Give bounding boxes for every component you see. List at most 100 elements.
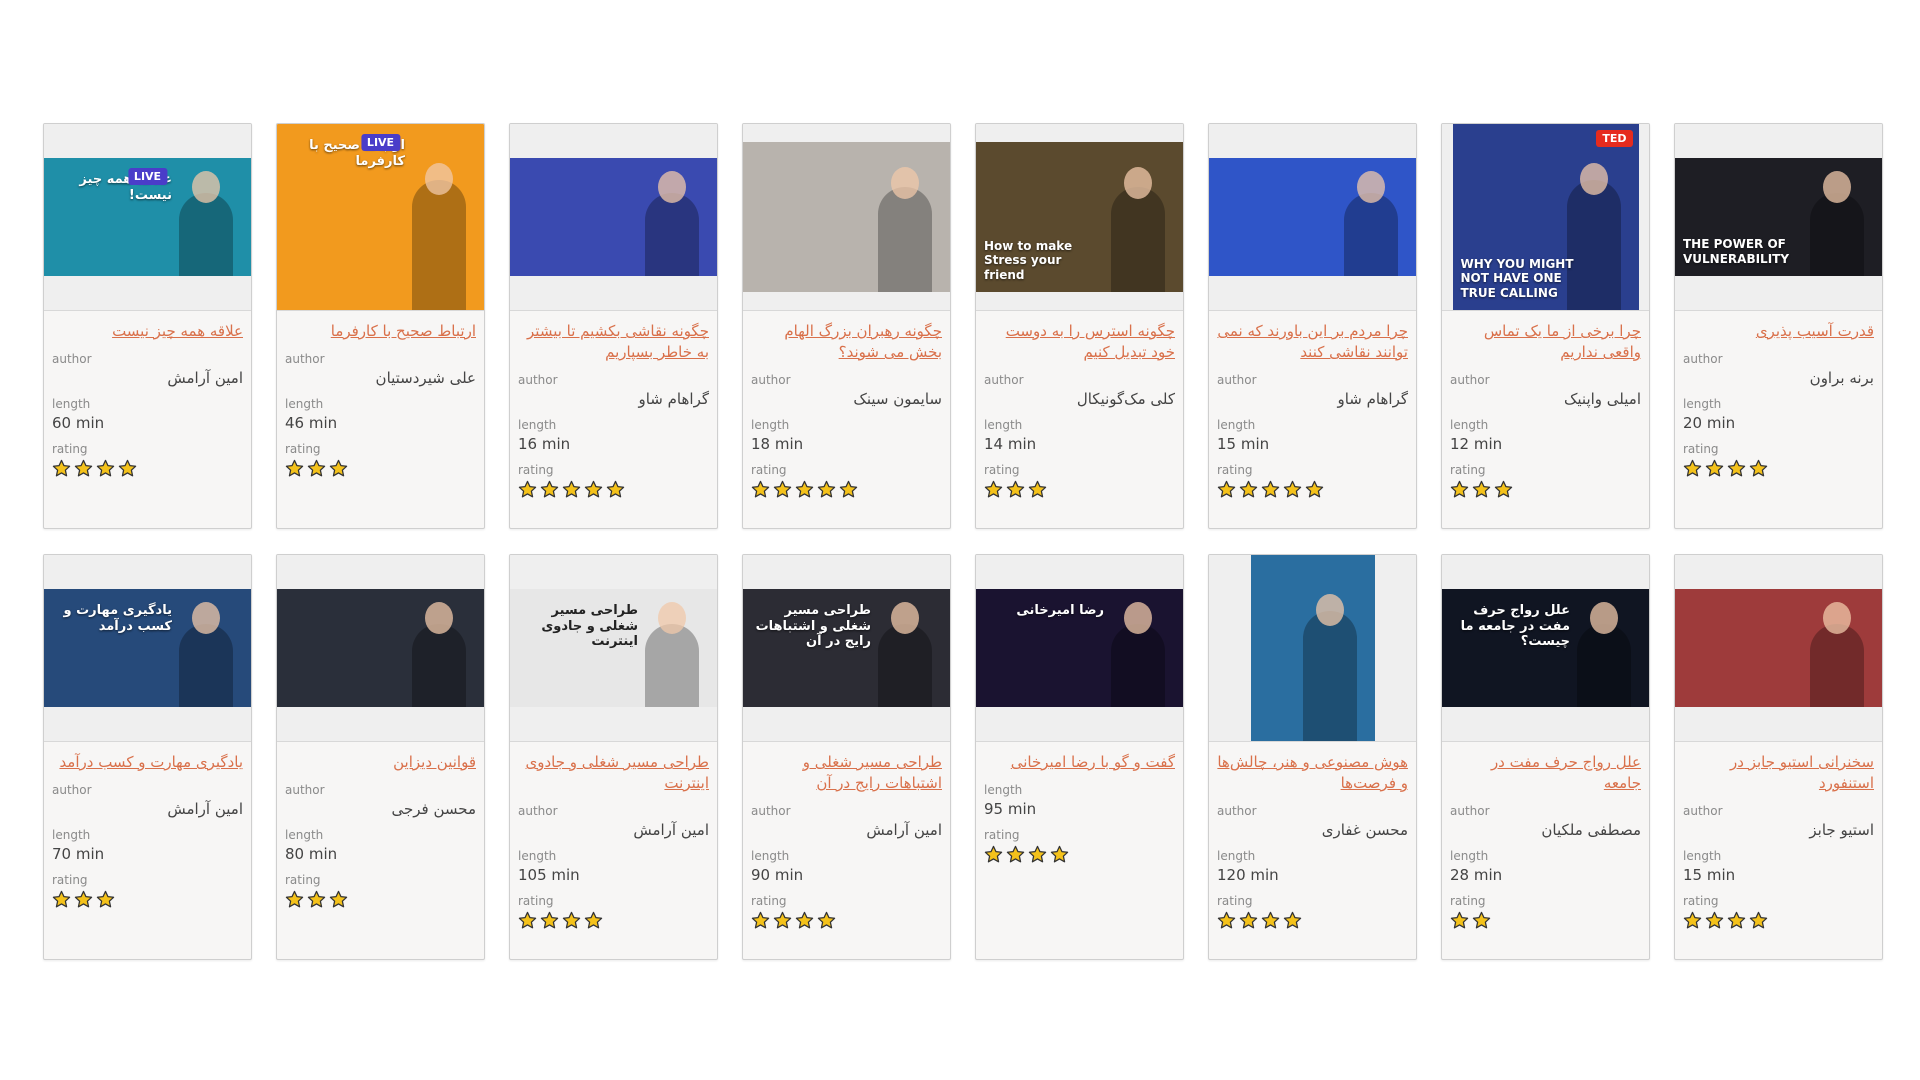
author-label: author xyxy=(518,804,558,818)
thumbnail-image[interactable] xyxy=(510,158,717,276)
video-title-link[interactable]: طراحی مسیر شغلی و اشتباهات رایج در آن xyxy=(751,752,942,794)
video-title-link[interactable]: علل رواج حرف مفت در جامعه xyxy=(1450,752,1641,794)
star-icon xyxy=(74,459,93,478)
thumbnail-badge: LIVE xyxy=(127,168,168,185)
thumbnail-image[interactable]: طراحی مسیر شغلی و اشتباهات رایج در آن xyxy=(743,589,950,707)
thumbnail-image[interactable]: یادگیری مهارت و کسب درآمد xyxy=(44,589,251,707)
speaker-figure xyxy=(1111,187,1165,292)
length-value: 20 min xyxy=(1683,414,1736,432)
thumbnail-badge: TED xyxy=(1596,130,1633,147)
rating-label: rating xyxy=(1450,894,1486,908)
rating-stars xyxy=(1683,911,1874,933)
author-value: برنه براون xyxy=(1809,369,1874,387)
thumbnail-frame xyxy=(1209,555,1416,742)
star-icon xyxy=(773,480,792,499)
thumbnail-image[interactable]: علاقه همه چیز نیست! LIVE xyxy=(44,158,251,276)
star-icon xyxy=(984,845,1003,864)
star-icon xyxy=(1028,845,1047,864)
length-value: 14 min xyxy=(984,435,1037,453)
video-title-link[interactable]: طراحی مسیر شغلی و جادوی اینترنت xyxy=(518,752,709,794)
length-label: length xyxy=(285,828,324,842)
speaker-figure xyxy=(1111,624,1165,707)
thumbnail-image[interactable] xyxy=(743,142,950,292)
video-title-link[interactable]: یادگیری مهارت و کسب درآمد xyxy=(52,752,243,773)
video-card: ارتباط صحیح با کارفرما LIVE ارتباط صحیح با… xyxy=(276,123,485,529)
thumbnail-caption: طراحی مسیر شغلی و جادوی اینترنت xyxy=(541,603,638,650)
thumbnail-image[interactable]: WHY YOU MIGHT NOT HAVE ONE TRUE CALLING T… xyxy=(1452,124,1639,310)
video-title-link[interactable]: قدرت آسیب پذیری xyxy=(1683,321,1874,342)
length-label: length xyxy=(285,397,324,411)
star-icon xyxy=(1261,911,1280,930)
video-title-link[interactable]: هوش مصنوعی و هنر، چالش‌ها و فرصت‌ها xyxy=(1217,752,1408,794)
video-title-link[interactable]: گفت و گو با رضا امیرخانی xyxy=(984,752,1175,773)
author-label: author xyxy=(1683,352,1723,366)
video-card: سخنرانی استیو جابز در استنفورد author استی… xyxy=(1674,554,1883,960)
star-icon xyxy=(118,459,137,478)
star-icon xyxy=(817,480,836,499)
speaker-figure xyxy=(1577,624,1631,707)
video-title-link[interactable]: چرا مردم بر این باورند که نمی توانند نقا… xyxy=(1217,321,1408,363)
author-value: گراهام شاو xyxy=(1337,390,1408,408)
length-value: 70 min xyxy=(52,845,105,863)
thumbnail-image[interactable] xyxy=(277,589,484,707)
video-title-link[interactable]: علاقه همه چیز نیست xyxy=(52,321,243,342)
card-body: قوانین دیزاین author محسن فرجی length 80 min… xyxy=(277,742,484,912)
thumbnail-image[interactable]: ارتباط صحیح با کارفرما LIVE xyxy=(277,124,484,310)
author-label: author xyxy=(1217,373,1257,387)
speaker-head xyxy=(1315,593,1344,626)
video-title-link[interactable]: چگونه نقاشی بکشیم تا بیشتر به خاطر بسپار… xyxy=(518,321,709,363)
length-label: length xyxy=(518,849,557,863)
video-title-link[interactable]: چگونه استرس را به دوست خود تبدیل کنیم xyxy=(984,321,1175,363)
length-value: 15 min xyxy=(1683,866,1736,884)
speaker-figure xyxy=(878,187,932,292)
thumbnail-image[interactable] xyxy=(1209,158,1416,276)
thumbnail-caption: How to make Stress your friend xyxy=(984,238,1073,282)
thumbnail-frame xyxy=(1209,124,1416,311)
star-icon xyxy=(1217,911,1236,930)
video-grid: علاقه همه چیز نیست! LIVE علاقه همه چیز نیس… xyxy=(43,123,1883,960)
star-icon xyxy=(307,890,326,909)
thumbnail-image[interactable]: رضا امیرخانی xyxy=(976,589,1183,707)
star-icon xyxy=(1239,911,1258,930)
thumbnail-image[interactable]: How to make Stress your friend xyxy=(976,142,1183,292)
author-value: محسن غفاری xyxy=(1321,821,1408,839)
card-body: طراحی مسیر شغلی و اشتباهات رایج در آن aut… xyxy=(743,742,950,933)
speaker-figure xyxy=(1302,610,1357,741)
thumbnail-frame: ارتباط صحیح با کارفرما LIVE xyxy=(277,124,484,311)
length-value: 105 min xyxy=(518,866,580,884)
video-title-link[interactable]: سخنرانی استیو جابز در استنفورد xyxy=(1683,752,1874,794)
thumbnail-frame: رضا امیرخانی xyxy=(976,555,1183,742)
author-value: علی شیردستیان xyxy=(375,369,476,387)
length-label: length xyxy=(1450,849,1489,863)
length-label: length xyxy=(1450,418,1489,432)
length-label: length xyxy=(751,418,790,432)
speaker-figure xyxy=(1810,624,1864,707)
video-title-link[interactable]: چرا برخی از ما یک تماس واقعی نداریم xyxy=(1450,321,1641,363)
rating-label: rating xyxy=(984,828,1020,842)
video-card: علاقه همه چیز نیست! LIVE علاقه همه چیز نیس… xyxy=(43,123,252,529)
video-title-link[interactable]: ارتباط صحیح با کارفرما xyxy=(285,321,476,342)
thumbnail-image[interactable]: طراحی مسیر شغلی و جادوی اینترنت xyxy=(510,589,717,707)
thumbnail-image[interactable] xyxy=(1675,589,1882,707)
video-card: چگونه نقاشی بکشیم تا بیشتر به خاطر بسپار… xyxy=(509,123,718,529)
speaker-head xyxy=(1823,170,1851,203)
star-icon xyxy=(285,890,304,909)
rating-stars xyxy=(285,459,476,481)
thumbnail-image[interactable] xyxy=(1250,555,1375,741)
thumbnail-image[interactable]: THE POWER OF VULNERABILITY xyxy=(1675,158,1882,276)
thumbnail-caption: علل رواج حرف مفت در جامعه ما چیست؟ xyxy=(1460,603,1570,650)
star-icon xyxy=(1283,480,1302,499)
video-title-link[interactable]: قوانین دیزاین xyxy=(285,752,476,773)
thumbnail-image[interactable]: علل رواج حرف مفت در جامعه ما چیست؟ xyxy=(1442,589,1649,707)
speaker-figure xyxy=(645,624,699,707)
video-card: رضا امیرخانی گفت و گو با رضا امیرخانی leng… xyxy=(975,554,1184,960)
star-icon xyxy=(562,480,581,499)
author-value: امین آرامش xyxy=(167,800,243,818)
video-title-link[interactable]: چگونه رهبران بزرگ الهام بخش می شوند؟ xyxy=(751,321,942,363)
rating-stars xyxy=(518,911,709,933)
length-label: length xyxy=(1217,418,1256,432)
star-icon xyxy=(1450,480,1469,499)
length-value: 120 min xyxy=(1217,866,1279,884)
thumbnail-caption: WHY YOU MIGHT NOT HAVE ONE TRUE CALLING xyxy=(1460,256,1574,300)
star-icon xyxy=(329,459,348,478)
